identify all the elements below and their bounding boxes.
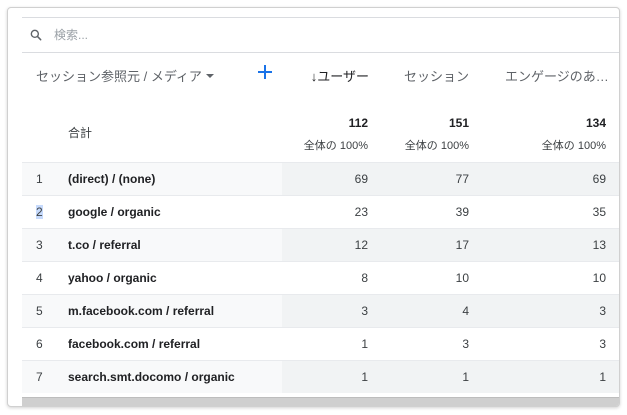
total-users-cell: 112 全体の 100% bbox=[304, 116, 368, 153]
table-row[interactable]: 3 t.co / referral 12 17 13 bbox=[22, 228, 619, 261]
row-number: 3 bbox=[36, 238, 43, 252]
sessions-cell: 77 bbox=[455, 172, 469, 186]
table-body: 1 (direct) / (none) 69 77 69 2 google / … bbox=[22, 162, 619, 393]
total-users-percent: 全体の 100% bbox=[303, 140, 368, 152]
row-label: t.co / referral bbox=[68, 238, 141, 252]
table-row[interactable]: 1 (direct) / (none) 69 77 69 bbox=[22, 162, 619, 195]
engaged-cell: 1 bbox=[599, 370, 606, 384]
row-number: 5 bbox=[36, 304, 43, 318]
plus-icon[interactable] bbox=[254, 61, 276, 83]
users-cell: 23 bbox=[354, 205, 368, 219]
total-engaged-cell: 134 全体の 100% bbox=[542, 116, 606, 153]
engaged-cell: 13 bbox=[592, 238, 606, 252]
column-header-engaged-sessions[interactable]: エンゲージのあ… bbox=[505, 66, 607, 85]
total-label: 合計 bbox=[68, 126, 93, 140]
caret-down-icon bbox=[205, 73, 214, 78]
table-row[interactable]: 5 m.facebook.com / referral 3 4 3 bbox=[22, 294, 619, 327]
row-label: yahoo / organic bbox=[68, 271, 157, 285]
table-header: セッション参照元 / メディア ↓ユーザー セッション エンゲージのあ… bbox=[22, 52, 619, 94]
users-cell: 1 bbox=[361, 337, 368, 351]
total-row: 合計 112 全体の 100% 151 全体の 100% 134 全体の 100… bbox=[22, 108, 619, 162]
sessions-cell: 39 bbox=[455, 205, 469, 219]
row-number: 2 bbox=[36, 205, 43, 219]
row-label: (direct) / (none) bbox=[68, 172, 156, 186]
dimension-header-label: セッション参照元 / メディア bbox=[36, 69, 202, 84]
engaged-cell: 3 bbox=[599, 337, 606, 351]
sessions-cell: 3 bbox=[462, 337, 469, 351]
total-engaged-value: 134 bbox=[585, 116, 606, 130]
table-row[interactable]: 6 facebook.com / referral 1 3 3 bbox=[22, 327, 619, 360]
total-users-value: 112 bbox=[348, 116, 368, 130]
horizontal-scrollbar[interactable] bbox=[22, 397, 619, 406]
table-row[interactable]: 4 yahoo / organic 8 10 10 bbox=[22, 261, 619, 294]
row-number: 4 bbox=[36, 271, 43, 285]
table-row[interactable]: 7 search.smt.docomo / organic 1 1 1 bbox=[22, 360, 619, 393]
users-cell: 3 bbox=[361, 304, 368, 318]
sessions-cell: 4 bbox=[462, 304, 469, 318]
users-cell: 1 bbox=[361, 370, 368, 384]
total-sessions-cell: 151 全体の 100% bbox=[405, 116, 469, 153]
row-number: 6 bbox=[36, 337, 43, 351]
table-row[interactable]: 2 google / organic 23 39 35 bbox=[22, 195, 619, 228]
report-table-card: セッション参照元 / メディア ↓ユーザー セッション エンゲージのあ… 合計 … bbox=[7, 7, 620, 407]
users-cell: 8 bbox=[361, 271, 368, 285]
search-icon bbox=[24, 28, 48, 42]
row-label: facebook.com / referral bbox=[68, 337, 201, 351]
column-header-sessions[interactable]: セッション bbox=[404, 66, 469, 85]
search-input[interactable] bbox=[52, 27, 356, 43]
row-label: google / organic bbox=[68, 205, 161, 219]
users-cell: 12 bbox=[354, 238, 368, 252]
users-cell: 69 bbox=[354, 172, 368, 186]
total-sessions-value: 151 bbox=[448, 116, 469, 130]
row-number: 1 bbox=[36, 172, 43, 186]
sessions-cell: 10 bbox=[455, 271, 469, 285]
engaged-cell: 10 bbox=[592, 271, 606, 285]
engaged-cell: 3 bbox=[599, 304, 606, 318]
total-engaged-percent: 全体の 100% bbox=[541, 140, 606, 152]
total-sessions-percent: 全体の 100% bbox=[404, 140, 469, 152]
sessions-cell: 1 bbox=[462, 370, 469, 384]
row-label: m.facebook.com / referral bbox=[68, 304, 215, 318]
engaged-cell: 69 bbox=[592, 172, 606, 186]
dimension-selector[interactable]: セッション参照元 / メディア bbox=[36, 66, 214, 85]
column-header-users[interactable]: ↓ユーザー bbox=[311, 66, 369, 85]
row-number: 7 bbox=[36, 370, 43, 384]
engaged-cell: 35 bbox=[592, 205, 606, 219]
row-label: search.smt.docomo / organic bbox=[68, 370, 235, 384]
search-bar bbox=[22, 17, 619, 53]
sessions-cell: 17 bbox=[455, 238, 469, 252]
